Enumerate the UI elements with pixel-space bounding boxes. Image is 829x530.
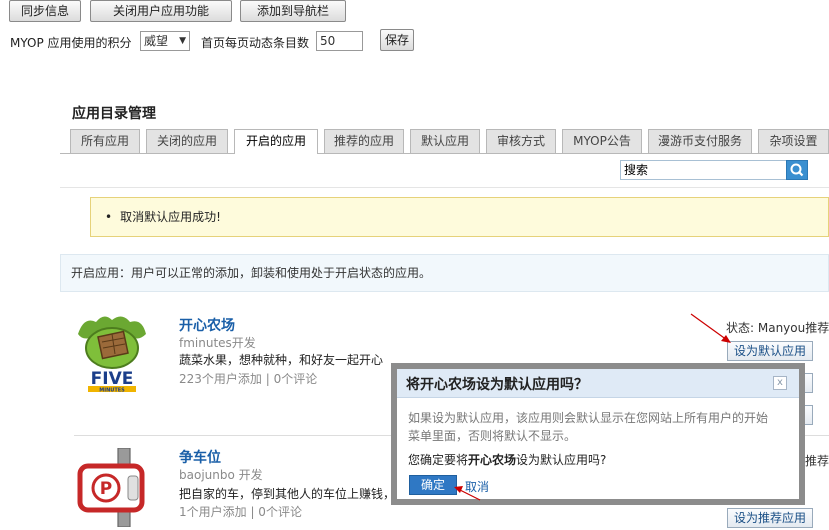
app-name-farm[interactable]: 开心农场 <box>179 315 235 335</box>
tab-default-apps[interactable]: 默认应用 <box>410 129 480 153</box>
divider <box>60 187 829 188</box>
feed-count-label: 首页每页动态条目数 <box>201 36 310 50</box>
search-button[interactable] <box>786 160 808 180</box>
feed-count-input[interactable]: 50 <box>316 31 363 51</box>
notice-text: 取消默认应用成功! <box>120 210 221 224</box>
close-user-apps-button[interactable]: 关闭用户应用功能 <box>90 0 232 22</box>
points-select-value: 威望 <box>144 34 169 48</box>
save-button[interactable]: 保存 <box>380 29 414 51</box>
tab-misc-settings[interactable]: 杂项设置 <box>758 129 829 153</box>
info-box: 开启应用：用户可以正常的添加，卸装和使用处于开启状态的应用。 <box>60 254 829 292</box>
search-input[interactable]: 搜索 <box>620 160 787 180</box>
tab-bar-line <box>60 153 829 154</box>
app-developer-farm: fminutes开发 <box>179 336 256 350</box>
tab-enabled-apps[interactable]: 开启的应用 <box>234 129 318 154</box>
bullet: • <box>105 210 113 224</box>
app-developer-parking: baojunbo 开发 <box>179 468 263 482</box>
app-stats-farm: 223个用户添加 | 0个评论 <box>179 372 318 386</box>
annotation-arrow-default <box>690 313 731 343</box>
dialog-question-app: 开心农场 <box>468 453 517 467</box>
tab-recommended-apps[interactable]: 推荐的应用 <box>324 129 404 153</box>
confirm-dialog: 将开心农场设为默认应用吗？ x 如果设为默认应用，该应用则会默认显示在您网站上所… <box>391 363 805 505</box>
dialog-question-suffix: 设为默认应用吗? <box>516 453 607 467</box>
app-name-parking[interactable]: 争车位 <box>179 447 221 467</box>
app-stats-parking: 1个用户添加 | 0个评论 <box>179 505 302 519</box>
set-default-app-button[interactable]: 设为默认应用 <box>727 341 813 361</box>
svg-text:MINUTES: MINUTES <box>99 388 125 394</box>
chevron-down-icon: ▼ <box>179 36 186 46</box>
set-recommended-app-button[interactable]: 设为推荐应用 <box>727 508 813 528</box>
close-icon[interactable]: x <box>773 376 787 390</box>
sync-info-button[interactable]: 同步信息 <box>9 0 81 22</box>
tab-myop-notice[interactable]: MYOP公告 <box>562 129 642 153</box>
add-to-nav-button[interactable]: 添加到导航栏 <box>240 0 346 22</box>
page-title: 应用目录管理 <box>72 106 156 122</box>
app-description-parking: 把自家的车，停到其他人的车位上赚钱， <box>179 487 396 501</box>
app-status-farm: 状态: Manyou推荐 <box>726 321 829 335</box>
app-description-farm: 蔬菜水果，想种就种，和好友一起开心 <box>179 353 384 367</box>
tab-closed-apps[interactable]: 关闭的应用 <box>146 129 228 153</box>
dialog-question-prefix: 您确定要将 <box>408 453 469 467</box>
dialog-header: 将开心农场设为默认应用吗？ x <box>397 369 799 398</box>
confirm-ok-button[interactable]: 确定 <box>409 475 457 495</box>
points-label: MYOP 应用使用的积分 <box>10 36 132 50</box>
confirm-cancel-link[interactable]: 取消 <box>465 478 489 495</box>
tab-all-apps[interactable]: 所有应用 <box>70 129 140 153</box>
app-status-parking: 推荐 <box>805 454 829 468</box>
tab-payment-service[interactable]: 漫游币支付服务 <box>648 129 752 153</box>
success-notice: • 取消默认应用成功! <box>90 197 829 237</box>
dialog-title: 将开心农场设为默认应用吗？ <box>406 377 588 393</box>
tab-review-mode[interactable]: 审核方式 <box>486 129 556 153</box>
search-icon <box>790 163 804 177</box>
points-select[interactable]: 威望 ▼ <box>140 31 190 51</box>
app-icon-parking[interactable]: P <box>74 447 150 528</box>
dialog-question: 您确定要将开心农场设为默认应用吗? <box>408 451 606 468</box>
dialog-message: 如果设为默认应用，该应用则会默认显示在您网站上所有用户的开始菜单里面，否则将默认… <box>408 411 769 443</box>
svg-text:P: P <box>100 479 112 499</box>
app-icon-farm[interactable]: FIVE MINUTES <box>74 312 150 394</box>
